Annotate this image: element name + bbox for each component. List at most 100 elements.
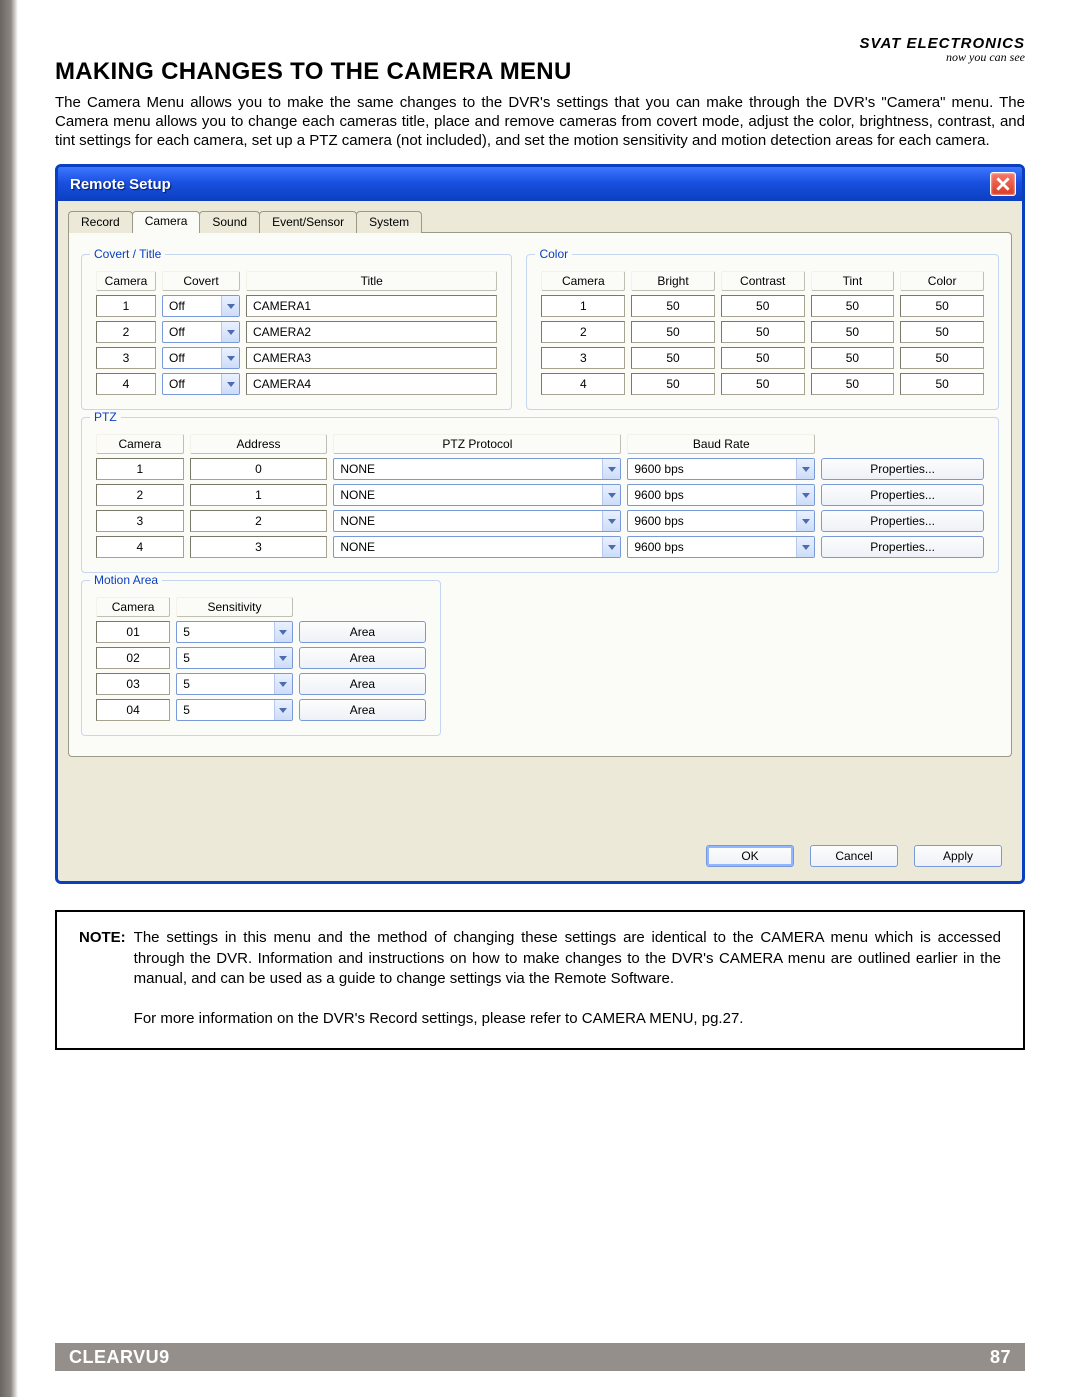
covert-cam: 3 [96,347,156,369]
covert-legend: Covert / Title [90,247,165,261]
page-number: 87 [990,1347,1011,1368]
sensitivity-select[interactable]: 5 [176,699,293,721]
remote-setup-window: Remote Setup Record Camera Sound Event/S… [55,164,1025,884]
color-cam: 2 [541,321,625,343]
chevron-down-icon [602,459,620,479]
color-input[interactable]: 50 [900,373,984,395]
area-button[interactable]: Area [299,647,426,669]
motion-cam: 02 [96,647,170,669]
ptz-baud-select[interactable]: 9600 bps [627,536,815,558]
ptz-addr-input[interactable]: 1 [190,484,328,506]
chevron-down-icon [796,485,814,505]
bright-input[interactable]: 50 [631,373,715,395]
ptz-proto-select[interactable]: NONE [333,536,621,558]
page-footer: CLEARVU9 87 [55,1343,1025,1371]
th-contrast: Contrast [721,271,805,291]
tint-input[interactable]: 50 [811,295,895,317]
ptz-baud-select[interactable]: 9600 bps [627,484,815,506]
title-input[interactable]: CAMERA3 [246,347,497,369]
tab-page-camera: Covert / Title Camera Covert Title 1 Off… [68,232,1012,757]
color-input[interactable]: 50 [900,347,984,369]
chevron-down-icon [221,374,239,394]
chevron-down-icon [274,674,292,694]
area-button[interactable]: Area [299,699,426,721]
th-ptz-protocol: PTZ Protocol [333,434,621,454]
tint-input[interactable]: 50 [811,373,895,395]
tab-system[interactable]: System [356,211,422,233]
ptz-cam: 2 [96,484,184,506]
chevron-down-icon [274,622,292,642]
ptz-addr-input[interactable]: 3 [190,536,328,558]
area-button[interactable]: Area [299,673,426,695]
titlebar: Remote Setup [58,167,1022,201]
area-button[interactable]: Area [299,621,426,643]
chevron-down-icon [602,511,620,531]
chevron-down-icon [221,296,239,316]
properties-button[interactable]: Properties... [821,536,984,558]
ok-button[interactable]: OK [706,845,794,867]
dialog-buttons: OK Cancel Apply [706,845,1002,867]
tab-record[interactable]: Record [68,211,133,233]
tab-event-sensor[interactable]: Event/Sensor [259,211,357,233]
covert-select[interactable]: Off [162,321,240,343]
tab-sound[interactable]: Sound [199,211,260,233]
th-color: Color [900,271,984,291]
note-body: The settings in this menu and the method… [134,929,1001,987]
tint-input[interactable]: 50 [811,321,895,343]
title-input[interactable]: CAMERA2 [246,321,497,343]
contrast-input[interactable]: 50 [721,373,805,395]
bright-input[interactable]: 50 [631,295,715,317]
sensitivity-select[interactable]: 5 [176,673,293,695]
bright-input[interactable]: 50 [631,321,715,343]
contrast-input[interactable]: 50 [721,295,805,317]
ptz-proto-select[interactable]: NONE [333,458,621,480]
th-baud-rate: Baud Rate [627,434,815,454]
note-label: NOTE: [79,929,126,946]
motion-cam: 01 [96,621,170,643]
color-cam: 4 [541,373,625,395]
ptz-cam: 1 [96,458,184,480]
brand-block: SVAT ELECTRONICS now you can see [860,36,1025,63]
covert-select[interactable]: Off [162,373,240,395]
tab-camera[interactable]: Camera [132,211,201,233]
color-input[interactable]: 50 [900,295,984,317]
contrast-input[interactable]: 50 [721,347,805,369]
color-cam: 1 [541,295,625,317]
ptz-legend: PTZ [90,410,121,424]
close-icon [996,177,1010,191]
color-cam: 3 [541,347,625,369]
cancel-button[interactable]: Cancel [810,845,898,867]
ptz-addr-input[interactable]: 0 [190,458,328,480]
chevron-down-icon [274,700,292,720]
chevron-down-icon [602,537,620,557]
ptz-cam: 4 [96,536,184,558]
properties-button[interactable]: Properties... [821,484,984,506]
title-input[interactable]: CAMERA4 [246,373,497,395]
ptz-baud-select[interactable]: 9600 bps [627,458,815,480]
ptz-addr-input[interactable]: 2 [190,510,328,532]
properties-button[interactable]: Properties... [821,458,984,480]
sensitivity-select[interactable]: 5 [176,621,293,643]
covert-select[interactable]: Off [162,295,240,317]
apply-button[interactable]: Apply [914,845,1002,867]
ptz-proto-select[interactable]: NONE [333,484,621,506]
covert-title-group: Covert / Title Camera Covert Title 1 Off… [81,247,512,410]
covert-select[interactable]: Off [162,347,240,369]
note-box: NOTE: The settings in this menu and the … [55,910,1025,1049]
ptz-baud-select[interactable]: 9600 bps [627,510,815,532]
contrast-input[interactable]: 50 [721,321,805,343]
ptz-proto-select[interactable]: NONE [333,510,621,532]
th-camera: Camera [96,271,156,291]
color-input[interactable]: 50 [900,321,984,343]
th-tint: Tint [811,271,895,291]
sensitivity-select[interactable]: 5 [176,647,293,669]
properties-button[interactable]: Properties... [821,510,984,532]
title-input[interactable]: CAMERA1 [246,295,497,317]
window-title: Remote Setup [70,176,171,193]
th-blank [821,434,984,454]
th-blank [299,597,426,617]
close-button[interactable] [990,172,1016,196]
tint-input[interactable]: 50 [811,347,895,369]
bright-input[interactable]: 50 [631,347,715,369]
motion-cam: 04 [96,699,170,721]
